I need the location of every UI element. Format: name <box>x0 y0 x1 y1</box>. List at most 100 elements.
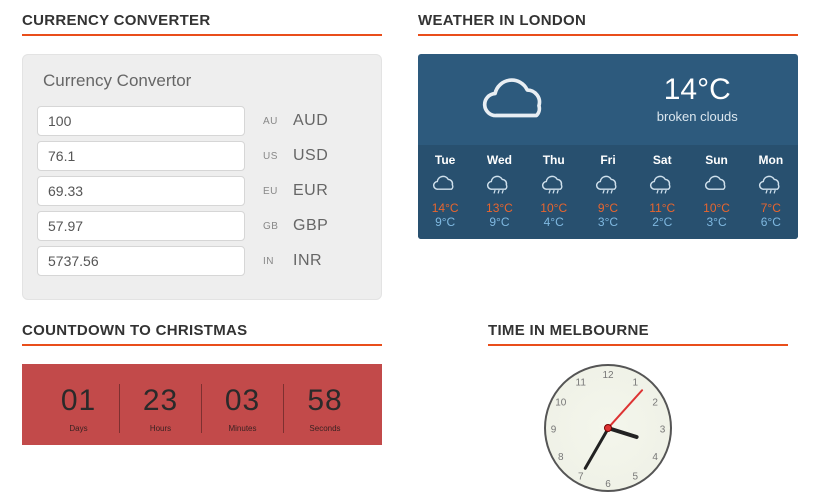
currency-row: EU EUR <box>37 176 367 206</box>
currency-title: CURRENCY CONVERTER <box>22 12 382 36</box>
minute-hand <box>583 427 610 470</box>
countdown-value: 03 <box>202 384 283 418</box>
clock-number: 9 <box>548 427 559 433</box>
forecast-day: Tue 14°C9°C <box>418 145 472 239</box>
currency-small-code: US <box>263 151 283 162</box>
countdown-cell: 23 Hours <box>120 384 202 433</box>
forecast-day-name: Sat <box>635 153 689 167</box>
forecast-low: 2°C <box>635 215 689 229</box>
currency-small-code: GB <box>263 221 283 232</box>
forecast-low: 3°C <box>689 215 743 229</box>
forecast-low: 4°C <box>527 215 581 229</box>
currency-code: AUD <box>293 112 328 130</box>
countdown-label: Seconds <box>284 424 366 433</box>
clock-number: 8 <box>555 452 567 462</box>
forecast-high: 13°C <box>472 201 526 215</box>
cloud-icon <box>418 173 472 195</box>
currency-small-code: EU <box>263 186 283 197</box>
forecast-day-name: Tue <box>418 153 472 167</box>
forecast-day: Thu 10°C4°C <box>527 145 581 239</box>
analog-clock: 12 12 3 45 6 78 9 10 11 <box>544 364 672 492</box>
cloud-rain-icon <box>581 173 635 195</box>
countdown-label: Minutes <box>202 424 283 433</box>
weather-now: 14°C broken clouds <box>657 73 738 124</box>
forecast-day: Wed 13°C9°C <box>472 145 526 239</box>
clock-pin <box>604 424 612 432</box>
hour-hand <box>607 426 639 439</box>
currency-input[interactable] <box>37 141 245 171</box>
weather-section: WEATHER IN LONDON 14°C broken clouds Tue… <box>418 8 798 300</box>
forecast-day: Fri 9°C3°C <box>581 145 635 239</box>
currency-code: EUR <box>293 182 328 200</box>
forecast-high: 10°C <box>527 201 581 215</box>
countdown-section: COUNTDOWN TO CHRISTMAS 01 Days23 Hours03 Mi… <box>22 318 382 492</box>
countdown-value: 01 <box>38 384 119 418</box>
clock-number: 5 <box>630 471 640 483</box>
countdown-label: Hours <box>120 424 201 433</box>
currency-code: GBP <box>293 217 328 235</box>
countdown-value: 58 <box>284 384 366 418</box>
forecast-high: 14°C <box>418 201 472 215</box>
forecast-low: 9°C <box>472 215 526 229</box>
forecast-day-name: Sun <box>689 153 743 167</box>
countdown-cell: 58 Seconds <box>284 384 366 433</box>
forecast-low: 9°C <box>418 215 472 229</box>
countdown-card: 01 Days23 Hours03 Minutes58 Seconds <box>22 364 382 445</box>
clock-title: TIME IN MELBOURNE <box>488 322 788 346</box>
currency-card-title: Currency Convertor <box>37 67 367 101</box>
forecast-high: 9°C <box>581 201 635 215</box>
countdown-cell: 03 Minutes <box>202 384 284 433</box>
clock-number: 3 <box>657 427 668 433</box>
currency-small-code: IN <box>263 256 283 267</box>
currency-input[interactable] <box>37 211 245 241</box>
currency-row: US USD <box>37 141 367 171</box>
clock-number: 2 <box>649 398 661 408</box>
currency-row: IN INR <box>37 246 367 276</box>
countdown-title: COUNTDOWN TO CHRISTMAS <box>22 322 382 346</box>
clock-number: 12 <box>602 370 613 381</box>
currency-code: USD <box>293 147 328 165</box>
currency-section: CURRENCY CONVERTER Currency Convertor AU… <box>22 8 382 300</box>
forecast-day-name: Wed <box>472 153 526 167</box>
clock-number: 4 <box>649 452 661 462</box>
currency-card: Currency Convertor AU AUD US USD EU EUR GB GBP I… <box>22 54 382 300</box>
forecast-day: Sun 10°C3°C <box>689 145 743 239</box>
forecast-low: 6°C <box>744 215 798 229</box>
forecast-day: Sat 11°C2°C <box>635 145 689 239</box>
cloud-rain-icon <box>635 173 689 195</box>
weather-now-temp: 14°C <box>657 73 738 107</box>
cloud-rain-icon <box>527 173 581 195</box>
currency-input[interactable] <box>37 246 245 276</box>
weather-card: 14°C broken clouds Tue14°C9°CWed13°C9°CT… <box>418 54 798 239</box>
currency-code: INR <box>293 252 322 270</box>
forecast-day-name: Thu <box>527 153 581 167</box>
forecast-row: Tue14°C9°CWed13°C9°CThu10°C4°CFri9°C3°CS… <box>418 145 798 239</box>
cloud-rain-icon <box>744 173 798 195</box>
clock-number: 10 <box>553 395 568 410</box>
clock-number: 7 <box>576 471 586 483</box>
countdown-value: 23 <box>120 384 201 418</box>
clock-number: 1 <box>630 377 640 389</box>
second-hand <box>607 389 643 429</box>
weather-now-icon <box>478 68 556 129</box>
forecast-low: 3°C <box>581 215 635 229</box>
weather-title: WEATHER IN LONDON <box>418 12 798 36</box>
currency-row: AU AUD <box>37 106 367 136</box>
weather-now-desc: broken clouds <box>657 109 738 124</box>
forecast-day-name: Fri <box>581 153 635 167</box>
forecast-high: 10°C <box>689 201 743 215</box>
currency-small-code: AU <box>263 116 283 127</box>
clock-section: TIME IN MELBOURNE 12 12 3 45 6 78 9 10 11 <box>418 318 798 492</box>
countdown-cell: 01 Days <box>38 384 120 433</box>
currency-input[interactable] <box>37 106 245 136</box>
forecast-day-name: Mon <box>744 153 798 167</box>
forecast-high: 7°C <box>744 201 798 215</box>
forecast-high: 11°C <box>635 201 689 215</box>
currency-row: GB GBP <box>37 211 367 241</box>
forecast-day: Mon 7°C6°C <box>744 145 798 239</box>
countdown-label: Days <box>38 424 119 433</box>
clock-number: 11 <box>574 375 588 390</box>
clock-number: 6 <box>605 479 611 490</box>
cloud-rain-icon <box>472 173 526 195</box>
currency-input[interactable] <box>37 176 245 206</box>
